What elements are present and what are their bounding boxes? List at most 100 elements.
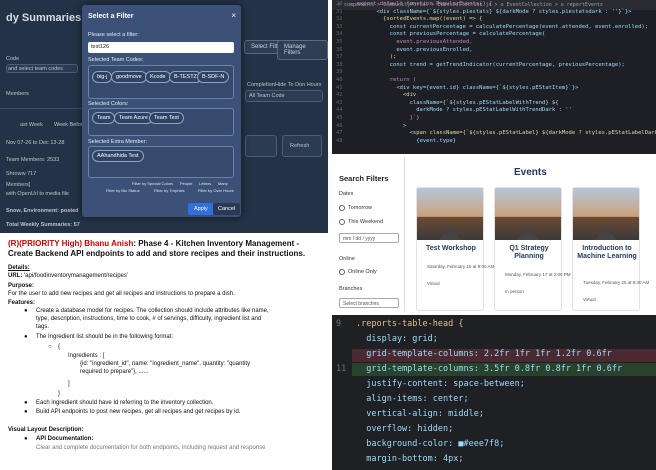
feature-text: type, description, instructions, time to… [36,316,262,322]
feature-text: The Ingredient list should be in the fol… [36,334,174,340]
bg-text: Members] [6,182,31,188]
event-date: Tuesday, February 25 at 8:30 AM [583,280,650,285]
branches-select[interactable]: Select branches [339,298,399,308]
close-icon[interactable]: × [231,11,236,20]
team-codes-box[interactable]: big-j goodmove Kcode B-TESTZ B-SDF-N [88,65,234,99]
filter-flag[interactable]: Filter by Over Hours [198,188,234,193]
purpose-text: For the user to add new recipes and get … [8,291,235,297]
line-number: 39 [336,69,343,76]
filter-select-label: Please select a filter: [88,32,139,38]
code-editor-js: > components > CommunityPortal > EventCo… [332,0,656,154]
bg-text: Members [6,91,29,97]
radio-tomorrow[interactable] [339,205,345,211]
radio-tomorrow-label: Tomorrow [348,205,373,211]
line-number: 35 [336,39,343,45]
filter-flag[interactable]: Filter by Trophies [154,188,185,193]
visual-layout-heading: Visual Layout Description: [8,427,84,433]
line-number: 38 [336,61,343,68]
code-editor-css: 9 .reports-table-head { display: grid; gr… [332,315,656,470]
code-line: return ( [350,77,417,83]
dates-label: Dates [339,191,354,197]
team-code-chip[interactable]: B-SDF-N [197,71,230,83]
code-line: event.previousEnrolled, [350,46,473,53]
filter-flag[interactable]: People [180,181,192,186]
event-card[interactable]: Introduction to Machine Learning Tuesday… [572,187,649,311]
bg-tab[interactable]: Week Before [54,122,86,128]
filter-flag[interactable]: Filter by Bio Status [106,188,140,193]
bg-text: Snow, Environment: posted [6,208,79,214]
line-number: 40 [336,77,343,83]
color-chip[interactable]: Team Azure [114,112,154,124]
team-code-chip[interactable]: goodmove [111,71,147,83]
code-line: <span className={`${styles.pEStatLabel} … [350,130,656,137]
event-card[interactable]: Q1 Strategy Planning Monday, February 17… [494,187,570,311]
code-line: margin-bottom: 4px; [356,454,464,464]
feature-text: Build API endpoints to post new recipes,… [36,409,241,415]
code-line: align-items: center; [356,394,469,404]
event-card[interactable]: Test Workshop Saturday, February 15 at 9… [416,187,494,311]
task-owner: (R)(PRIORITY High) Bhanu Anish [8,239,134,248]
code-line: export default function PopularEvents() … [350,1,493,7]
color-chip[interactable]: Team [92,112,116,124]
event-title: Q1 Strategy Planning [509,245,549,260]
team-code-chip[interactable]: big-j [92,71,113,83]
code-line: background-color: ■#eee7f8; [356,439,505,449]
event-location: Virtual [583,297,596,302]
line-number: 47 [336,130,343,137]
radio-weekend[interactable] [339,219,345,225]
filter-select[interactable]: test126 [88,42,234,53]
filter-flag[interactable]: Letters [199,181,211,186]
filter-modal-screenshot: dy Summaries Repo Select Filter Manage F… [0,0,328,233]
code-line: darkMode ? styles.pEStatLabelWithTrendDa… [350,107,572,114]
team-codes-label: Selected Team Codes: [88,57,144,63]
feature-text: Create a database model for recipes. The… [36,308,269,314]
bullet-icon: ● [24,400,28,406]
team-code-chip[interactable]: Kcode [145,71,171,83]
feature-text: tags. [36,324,50,330]
line-number: 11 [336,364,347,374]
cut-text: Clear and complete documentation for bot… [36,445,266,451]
url-value: 'api/foodinventorymanagement/recipes' [24,273,129,279]
url-line: URL: 'api/foodinventorymanagement/recipe… [8,273,128,281]
bullet-icon: ● [24,436,28,442]
cancel-button[interactable]: Cancel [213,203,241,215]
bg-panel [245,135,277,157]
line-number: 42 [336,92,343,99]
sub-bullet-icon: ○ [48,344,52,350]
manage-filters-button[interactable]: Manage Filters [277,40,328,60]
extra-member-chip[interactable]: AAhandhida Test [92,150,144,162]
divider [404,157,405,311]
filter-flag[interactable]: Filter by Special Colors [132,181,173,186]
code-line: grid-template-columns: 2.2fr 1fr 1fr 1.2… [356,349,612,359]
bg-text: Team Members: 2533 [6,157,60,163]
filter-flag[interactable]: Many [218,181,228,186]
code-line: overflow: hidden; [356,424,454,434]
bg-text: All Team Code [249,93,285,99]
code-line: <div [350,92,417,99]
code-line: display: grid; [356,334,438,344]
code-line: const trend = getTrendIndicator(currentP… [350,61,625,68]
search-filters-title: Search Filters [339,174,389,183]
code-line: <div className={`${styles.piestats} ${da… [350,8,632,15]
date-input[interactable]: mm / dd / yyyy [339,233,399,243]
code-line: className={`${styles.pEStatLabelWithTren… [350,99,559,106]
apply-button[interactable]: Apply [188,203,214,215]
code-line: .reports-table-head { [356,319,464,329]
code-line: const previousPercentage = calculatePerc… [350,31,546,38]
color-chip[interactable]: Team Test [149,112,184,124]
extra-member-box[interactable]: AAhandhida Test [88,146,234,178]
code-line: vertical-align: middle; [356,409,484,419]
colors-box[interactable]: Team Team Azure Team Test [88,108,234,136]
code-text: required to prepare"}, ...... [80,369,149,375]
line-number: 20 [336,1,343,7]
branches-label: Branches [339,286,363,292]
line-number: 45 [336,115,343,121]
bg-text: with OpenUrl to media file [6,191,69,197]
event-title: Introduction to Machine Learning [577,245,637,260]
code-line: {sortedEvents.map((event) => { [350,16,483,23]
bg-tab[interactable]: ast Week [20,122,43,128]
select-filter-modal: Select a Filter × Please select a filter… [82,5,241,217]
bullet-icon: ● [24,308,28,314]
online-only-checkbox[interactable] [339,269,345,275]
line-number: 48 [336,137,343,144]
